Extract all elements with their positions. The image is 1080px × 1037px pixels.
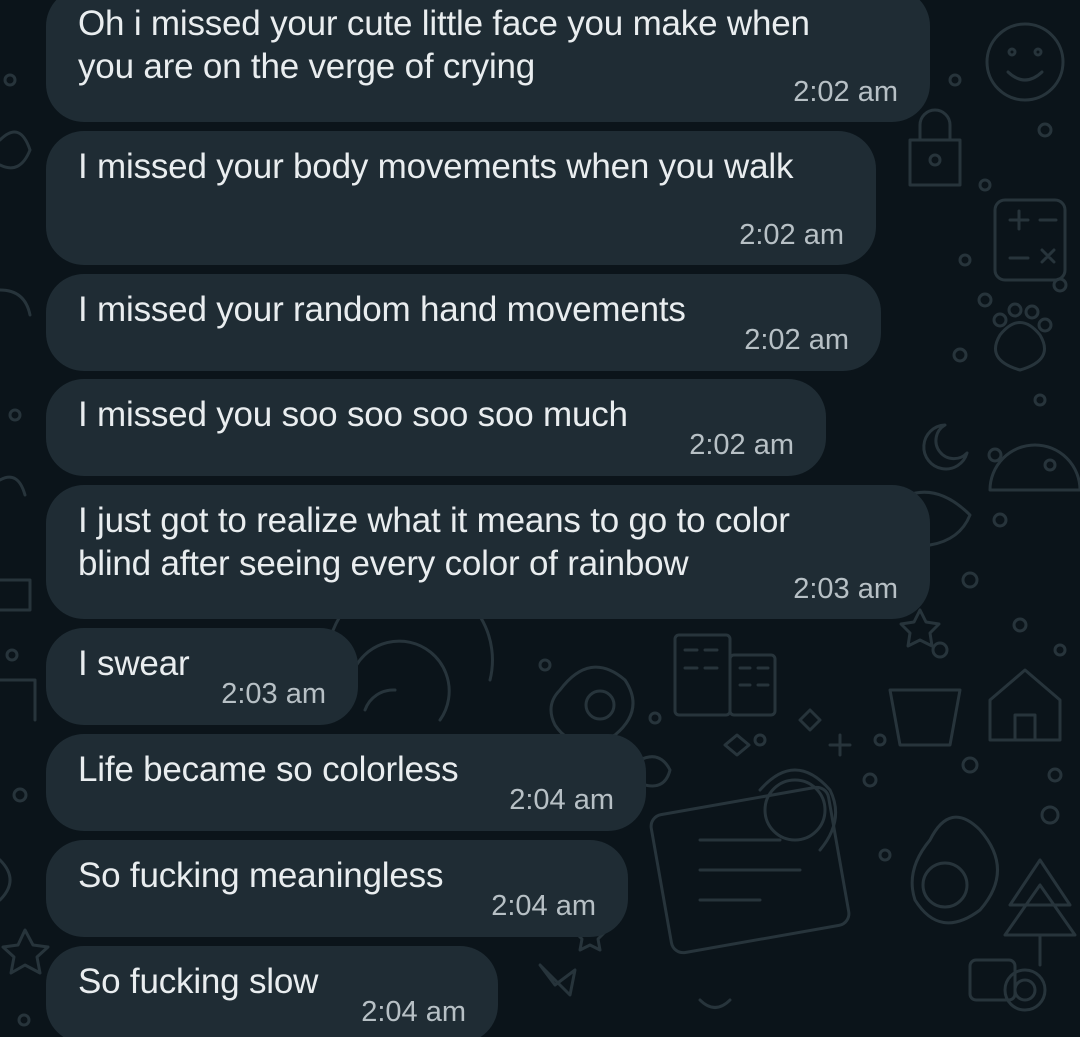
message-time: 2:04 am (491, 890, 596, 922)
message-bubble[interactable]: I missed your random hand movements 2:02… (46, 274, 881, 371)
building-doodle-icon (673, 633, 732, 717)
calculator-doodle-icon (993, 198, 1067, 282)
moon-doodle-icon (922, 423, 969, 471)
avocado-doodle-icon (910, 815, 999, 925)
message-time: 2:02 am (689, 429, 794, 461)
message-text: I missed your body movements when you wa… (78, 147, 794, 186)
message-time: 2:03 am (793, 573, 898, 605)
smiley-doodle-icon (985, 22, 1065, 102)
message-time: 2:04 am (361, 996, 466, 1028)
plant-pot-doodle-icon (888, 688, 962, 747)
egg-doodle-icon (549, 665, 635, 745)
taco-doodle-icon (988, 443, 1080, 492)
message-bubble[interactable]: So fucking meaningless 2:04 am (46, 840, 628, 937)
house-doodle-icon (988, 668, 1062, 742)
paw-doodle-icon (994, 321, 1046, 372)
message-text: I missed you soo soo soo soo much (78, 395, 628, 434)
message-text: I just got to realize what it means to g… (78, 501, 790, 583)
message-bubble[interactable]: I swear 2:03 am (46, 628, 358, 725)
message-bubble[interactable]: So fucking slow 2:04 am (46, 946, 498, 1037)
message-time: 2:02 am (744, 324, 849, 356)
message-time: 2:03 am (221, 678, 326, 710)
message-bubble[interactable]: I just got to realize what it means to g… (46, 485, 930, 619)
message-text: Oh i missed your cute little face you ma… (78, 4, 810, 86)
message-bubble[interactable]: I missed your body movements when you wa… (46, 131, 876, 265)
girl-doodle-icon (763, 778, 827, 842)
message-bubble[interactable]: Oh i missed your cute little face you ma… (46, 0, 930, 122)
message-time: 2:02 am (793, 76, 898, 108)
message-text: I missed your random hand movements (78, 290, 686, 329)
message-time: 2:04 am (509, 784, 614, 816)
lock-doodle-icon (908, 108, 962, 187)
tree-doodle-icon (1003, 858, 1077, 967)
message-time: 2:02 am (739, 219, 844, 251)
message-bubble[interactable]: Life became so colorless 2:04 am (46, 734, 646, 831)
message-bubble[interactable]: I missed you soo soo soo soo much 2:02 a… (46, 379, 826, 476)
